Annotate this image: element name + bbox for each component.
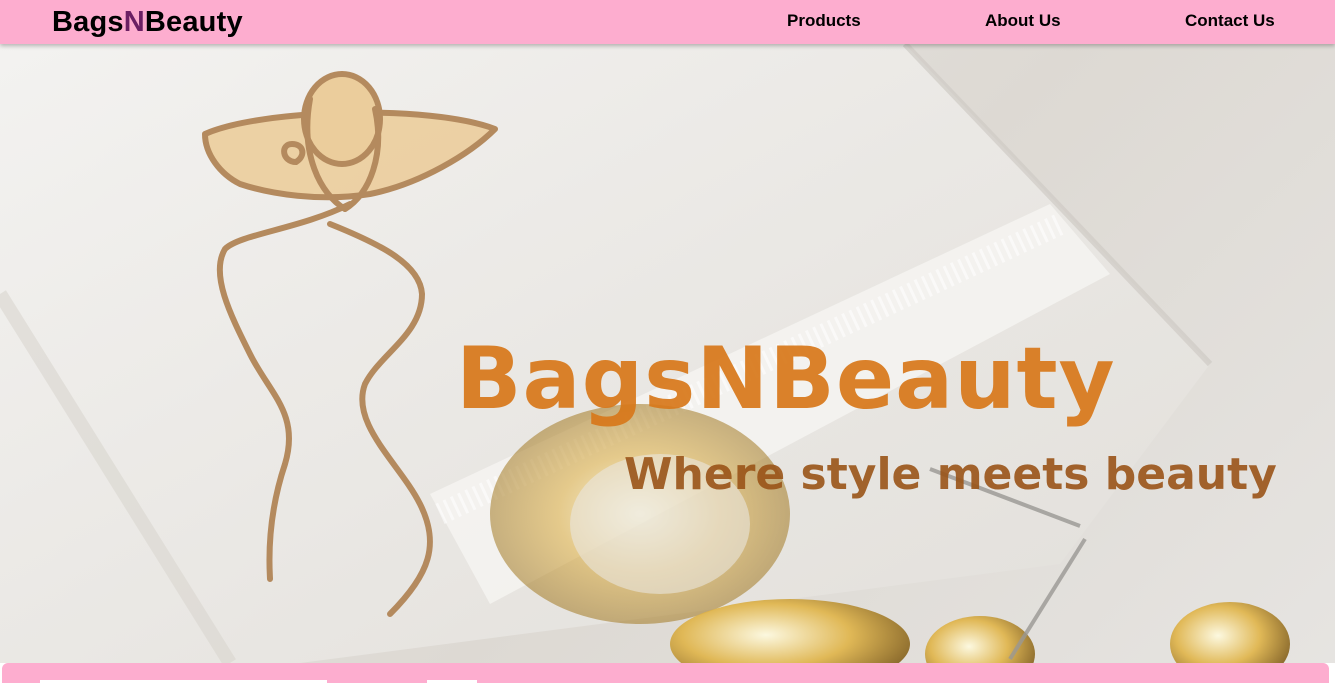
gold-stud-earring bbox=[925, 616, 1035, 663]
gold-earring-right bbox=[1170, 602, 1290, 663]
nav-link-about-us[interactable]: About Us bbox=[985, 11, 1061, 31]
nav-link-contact-us[interactable]: Contact Us bbox=[1185, 11, 1275, 31]
section-divider-strip bbox=[2, 663, 1329, 683]
hero-banner: BagsNBeauty Where style meets beauty bbox=[0, 44, 1335, 663]
hero-title: BagsNBeauty bbox=[456, 329, 1116, 429]
hero-tagline: Where style meets beauty bbox=[624, 449, 1277, 500]
brand-part-bags: Bags bbox=[52, 6, 124, 38]
brand-logo[interactable]: BagsNBeauty bbox=[52, 5, 243, 39]
nav-link-products[interactable]: Products bbox=[787, 11, 861, 31]
brand-part-beauty: Beauty bbox=[144, 6, 243, 38]
brand-part-n: N bbox=[123, 6, 145, 38]
top-navbar: BagsNBeauty Products About Us Contact Us bbox=[0, 0, 1335, 44]
